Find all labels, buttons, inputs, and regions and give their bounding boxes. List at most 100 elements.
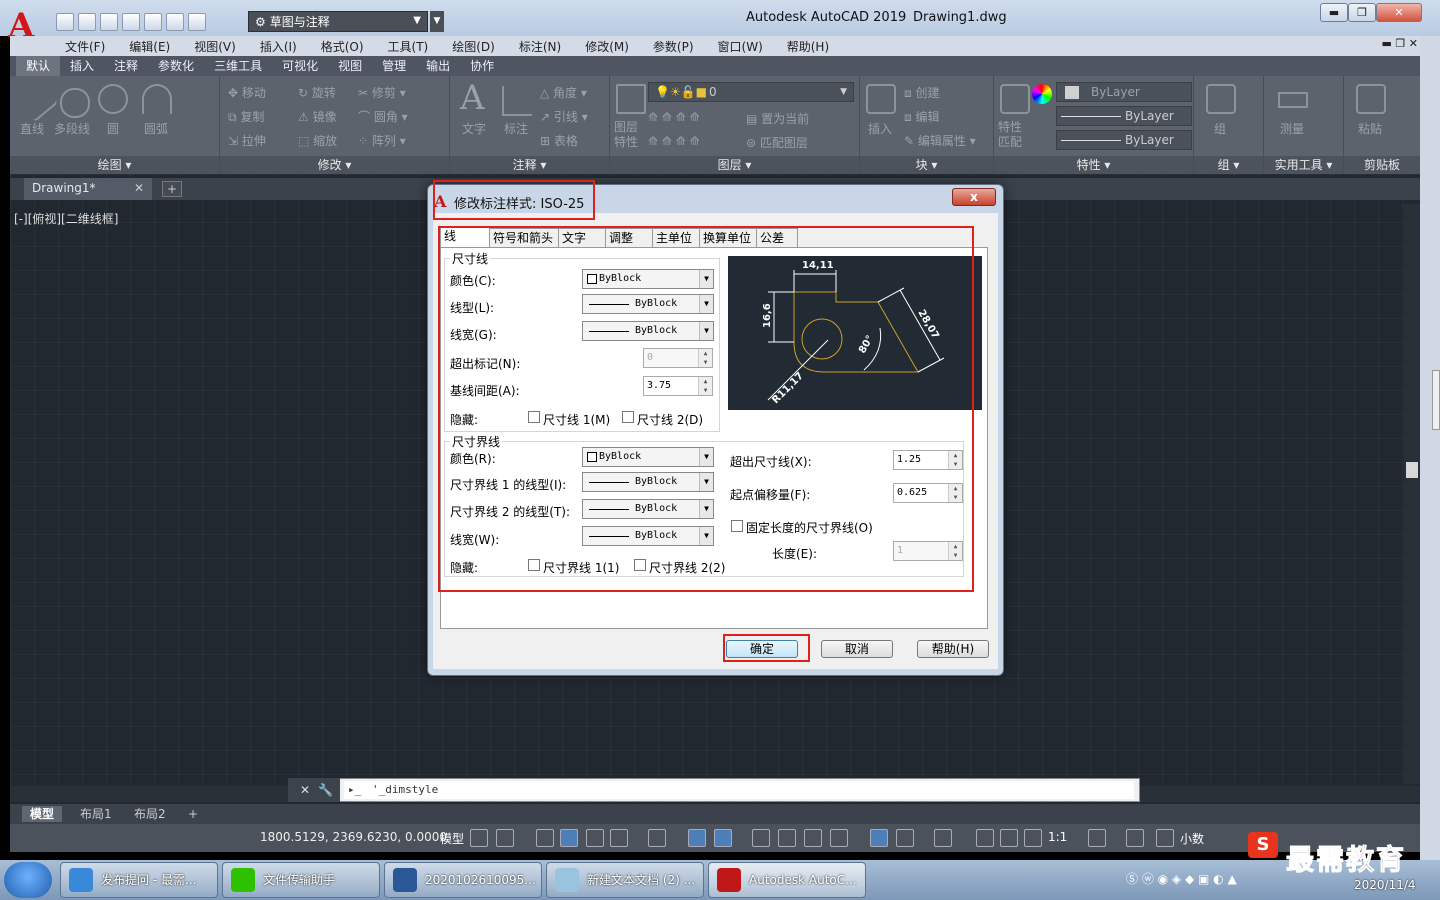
- ribbon-tab-insert[interactable]: 插入: [60, 56, 104, 76]
- tool-insert[interactable]: 插入: [868, 120, 892, 137]
- snap-icon[interactable]: [496, 829, 514, 847]
- menu-help[interactable]: 帮助(H): [787, 38, 829, 55]
- grid-icon[interactable]: [470, 829, 488, 847]
- ribbon-tab-visualize[interactable]: 可视化: [272, 56, 328, 76]
- ribbon-tab-annotate[interactable]: 注释: [104, 56, 148, 76]
- outer-scroll-thumb[interactable]: [1432, 370, 1440, 430]
- tool-polyline[interactable]: 多段线: [54, 120, 90, 137]
- tool-group[interactable]: 组: [1214, 120, 1226, 137]
- selection-cycling-icon[interactable]: [804, 829, 822, 847]
- tool-match-layer[interactable]: ⊜ 匹配图层: [746, 134, 808, 151]
- ribbon-tab-default[interactable]: 默认: [16, 56, 61, 76]
- color-dropdown[interactable]: ByLayer: [1056, 82, 1192, 102]
- document-window-controls[interactable]: ▬ ❐ ✕: [1382, 37, 1418, 50]
- viewport-controls[interactable]: [-][俯视][二维线框]: [14, 210, 118, 227]
- save-as-icon[interactable]: [122, 13, 140, 31]
- tool-text[interactable]: 文字: [462, 120, 486, 137]
- tool-set-current[interactable]: ▤ 置为当前: [746, 110, 809, 127]
- tool-create[interactable]: ⧈ 创建: [904, 84, 939, 101]
- menu-edit[interactable]: 编辑(E): [129, 38, 170, 55]
- vertical-scrollbar[interactable]: [1404, 204, 1420, 784]
- undo-icon[interactable]: [166, 13, 184, 31]
- menu-window[interactable]: 窗口(W): [718, 38, 763, 55]
- wrench-icon[interactable]: 🔧: [318, 783, 333, 797]
- gizmo-icon[interactable]: [934, 829, 952, 847]
- tool-move[interactable]: ✥ 移动: [228, 84, 266, 101]
- redo-icon[interactable]: [188, 13, 206, 31]
- ribbon-tab-3d-tools[interactable]: 三维工具: [204, 56, 272, 76]
- add-layout-button[interactable]: +: [180, 806, 206, 822]
- tool-leader[interactable]: ↗ 引线 ▾: [540, 108, 588, 125]
- color-wheel-icon[interactable]: [1032, 84, 1052, 104]
- maximize-button[interactable]: ❐: [1348, 3, 1376, 22]
- layer-properties-icon[interactable]: [616, 84, 646, 114]
- minimize-button[interactable]: ▬: [1320, 3, 1348, 22]
- tool-edit-attributes[interactable]: ✎ 编辑属性 ▾: [904, 132, 976, 149]
- tool-array[interactable]: ⁘ 阵列 ▾: [358, 132, 406, 149]
- qat-more-button[interactable]: ▼: [430, 11, 444, 32]
- lineweight-icon[interactable]: [752, 829, 770, 847]
- taskbar-item-autocad[interactable]: Autodesk AutoC...: [708, 862, 866, 898]
- panel-label-groups[interactable]: 组 ▾: [1194, 156, 1263, 174]
- menu-tools[interactable]: 工具(T): [388, 38, 429, 55]
- new-tab-button[interactable]: +: [162, 181, 182, 197]
- polyline-icon[interactable]: [60, 88, 90, 118]
- insert-block-icon[interactable]: [866, 84, 896, 114]
- panel-label-properties[interactable]: 特性 ▾: [994, 156, 1193, 174]
- taskbar-item-notepad[interactable]: 新建文本文档 (2) ...: [546, 862, 704, 898]
- layout-tab-model[interactable]: 模型: [22, 806, 63, 822]
- dynamic-ucs-icon[interactable]: [870, 829, 888, 847]
- panel-label-layers[interactable]: 图层 ▾: [610, 156, 859, 174]
- new-file-icon[interactable]: [56, 13, 74, 31]
- taskbar-item-browser[interactable]: 发布提问 - 最需...: [60, 862, 218, 898]
- layout-tab-layout2[interactable]: 布局2: [126, 806, 174, 822]
- ribbon-tab-manage[interactable]: 管理: [372, 56, 416, 76]
- dialog-close-button[interactable]: x: [952, 188, 996, 206]
- save-icon[interactable]: [100, 13, 118, 31]
- annotation-scale-value[interactable]: 1:1: [1048, 830, 1067, 844]
- menu-draw[interactable]: 绘图(D): [452, 38, 495, 55]
- tool-fillet[interactable]: ⌒ 圆角 ▾: [358, 108, 408, 125]
- menu-file[interactable]: 文件(F): [65, 38, 105, 55]
- help-button[interactable]: 帮助(H): [917, 640, 989, 658]
- layout-tab-layout1[interactable]: 布局1: [72, 806, 120, 822]
- command-input[interactable]: ▸_ '_dimstyle: [344, 781, 1134, 799]
- tool-scale[interactable]: ⬚ 缩放: [298, 132, 337, 149]
- workspace-dropdown[interactable]: ⚙ 草图与注释 ▼: [248, 11, 428, 32]
- tool-layer-properties[interactable]: 图层特性: [614, 120, 644, 150]
- tool-match-properties[interactable]: 特性匹配: [998, 120, 1028, 150]
- text-icon[interactable]: A: [460, 78, 485, 118]
- windows-start-icon[interactable]: [4, 862, 52, 898]
- group-icon[interactable]: [1206, 84, 1236, 114]
- close-icon[interactable]: ✕: [134, 181, 144, 195]
- transparency-icon[interactable]: [778, 829, 796, 847]
- infer-constraints-icon[interactable]: [536, 829, 554, 847]
- layer-tools-row2[interactable]: ⟰ ⟰ ⟰ ⟰: [648, 134, 700, 148]
- layer-tools-row1[interactable]: ⟰ ⟰ ⟰ ⟰: [648, 110, 700, 124]
- dimension-icon[interactable]: [502, 86, 532, 116]
- ortho-icon[interactable]: [586, 829, 604, 847]
- close-icon[interactable]: ✕: [300, 783, 310, 797]
- circle-icon[interactable]: [98, 84, 128, 114]
- lineweight-dropdown[interactable]: ByLayer: [1056, 130, 1192, 150]
- model-space-button[interactable]: 模型: [440, 830, 464, 847]
- units-icon[interactable]: [1156, 829, 1174, 847]
- tool-arc[interactable]: 圆弧: [144, 120, 168, 137]
- panel-label-modify[interactable]: 修改 ▾: [220, 156, 449, 174]
- panel-label-draw[interactable]: 绘图 ▾: [10, 156, 219, 174]
- ribbon-tab-parametric[interactable]: 参数化: [148, 56, 204, 76]
- tool-trim[interactable]: ✂ 修剪 ▾: [358, 84, 406, 101]
- workspace-switch-gear-icon[interactable]: [1088, 829, 1106, 847]
- match-properties-icon[interactable]: [1000, 84, 1030, 114]
- units-readout[interactable]: 小数: [1180, 830, 1204, 847]
- coordinates-readout[interactable]: 1800.5129, 2369.6230, 0.0000: [260, 830, 447, 844]
- menu-view[interactable]: 视图(V): [194, 38, 236, 55]
- tool-paste[interactable]: 粘贴: [1358, 120, 1382, 137]
- annotation-scale-icon[interactable]: [1024, 829, 1042, 847]
- tool-rotate[interactable]: ↻ 旋转: [298, 84, 336, 101]
- linetype-dropdown[interactable]: ByLayer: [1056, 106, 1192, 126]
- menu-dimension[interactable]: 标注(N): [519, 38, 561, 55]
- object-snap-tracking-icon[interactable]: [688, 829, 706, 847]
- selection-filter-icon[interactable]: [896, 829, 914, 847]
- open-file-icon[interactable]: [78, 13, 96, 31]
